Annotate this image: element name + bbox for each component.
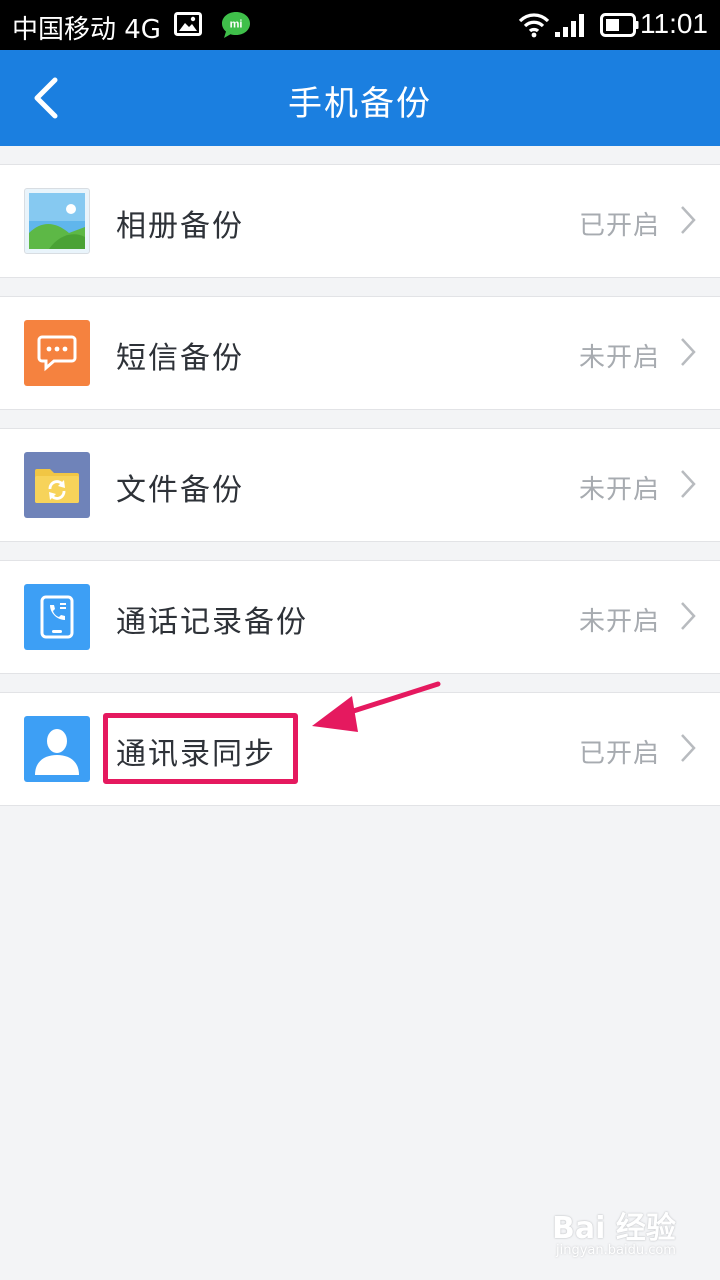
annotation-arrow-icon: [312, 681, 441, 732]
photo-album-icon: [24, 188, 90, 254]
backup-item-sms[interactable]: 短信备份 未开启: [0, 296, 720, 410]
title-bar: 手机备份: [0, 50, 720, 146]
contacts-icon: [24, 716, 90, 782]
clock: 11:01: [640, 8, 708, 39]
backup-item-photos[interactable]: 相册备份 已开启: [0, 164, 720, 278]
chevron-right-icon: [681, 338, 696, 366]
carrier-label: 中国移动 4G: [12, 15, 161, 45]
backup-item-label: 通话记录备份: [116, 605, 308, 640]
watermark-logo: Bai 经验: [552, 1211, 676, 1246]
backup-status: 已开启: [578, 211, 660, 241]
mi-talk-notification-icon: mi: [222, 12, 250, 38]
cell-signal-icon: [555, 14, 584, 37]
status-bar: 中国移动 4G mi 11:01: [0, 0, 720, 50]
backup-status: 未开启: [578, 343, 660, 373]
page-title: 手机备份: [288, 84, 432, 124]
backup-status: 未开启: [578, 475, 660, 505]
folder-sync-icon: [24, 452, 90, 518]
backup-item-label: 相册备份: [116, 209, 244, 244]
watermark-url: jingyan.baidu.com: [556, 1243, 676, 1258]
sms-icon: [24, 320, 90, 386]
backup-item-files[interactable]: 文件备份 未开启: [0, 428, 720, 542]
call-log-icon: [24, 584, 90, 650]
backup-item-label: 文件备份: [116, 473, 244, 508]
backup-item-call-log[interactable]: 通话记录备份 未开启: [0, 560, 720, 674]
chevron-right-icon: [681, 206, 696, 234]
battery-icon: [600, 13, 639, 37]
baidu-jingyan-watermark: Bai 经验 jingyan.baidu.com: [552, 1203, 702, 1267]
chevron-right-icon: [681, 734, 696, 762]
backup-item-label: 短信备份: [116, 341, 244, 376]
backup-status: 未开启: [578, 607, 660, 637]
annotation-highlight-box: [103, 713, 298, 784]
svg-text:mi: mi: [230, 19, 243, 31]
chevron-right-icon: [681, 602, 696, 630]
gallery-notification-icon: [174, 12, 202, 36]
backup-status: 已开启: [578, 739, 660, 769]
wifi-icon: [518, 13, 550, 38]
chevron-right-icon: [681, 470, 696, 498]
